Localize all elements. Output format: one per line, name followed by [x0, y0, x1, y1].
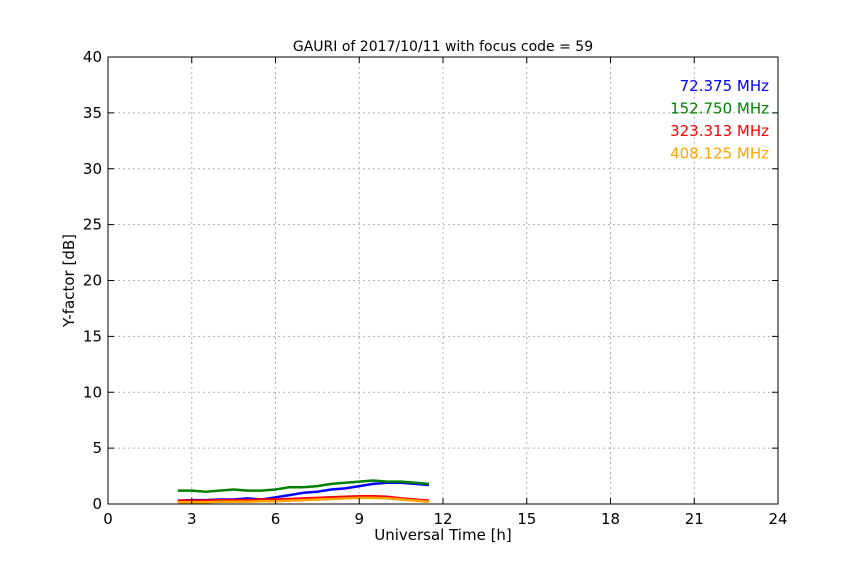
y-tick-label: 5	[92, 439, 102, 457]
legend-entry: 152.750 MHz	[670, 100, 769, 118]
y-tick-label: 35	[83, 104, 102, 122]
x-tick-label: 15	[517, 510, 536, 528]
x-axis-label: Universal Time [h]	[374, 526, 512, 544]
x-tick-label: 24	[768, 510, 787, 528]
y-tick-label: 15	[83, 327, 102, 345]
x-tick-label: 0	[103, 510, 113, 528]
legend-entry: 72.375 MHz	[680, 77, 769, 95]
x-tick-label: 21	[685, 510, 704, 528]
y-tick-label: 25	[83, 216, 102, 234]
y-tick-label: 20	[83, 272, 102, 290]
x-tick-label: 3	[187, 510, 197, 528]
y-tick-label: 40	[83, 48, 102, 66]
y-axis-label: Y-factor [dB]	[60, 234, 78, 328]
legend-entry: 323.313 MHz	[670, 122, 769, 140]
y-tick-label: 30	[83, 160, 102, 178]
y-tick-label: 10	[83, 383, 102, 401]
x-tick-label: 9	[354, 510, 364, 528]
x-tick-label: 6	[271, 510, 281, 528]
chart: GAURI of 2017/10/11 with focus code = 59…	[0, 0, 864, 576]
chart-title: GAURI of 2017/10/11 with focus code = 59	[293, 39, 593, 55]
legend-entry: 408.125 MHz	[670, 145, 769, 163]
x-tick-label: 18	[601, 510, 620, 528]
y-tick-label: 0	[92, 495, 102, 513]
